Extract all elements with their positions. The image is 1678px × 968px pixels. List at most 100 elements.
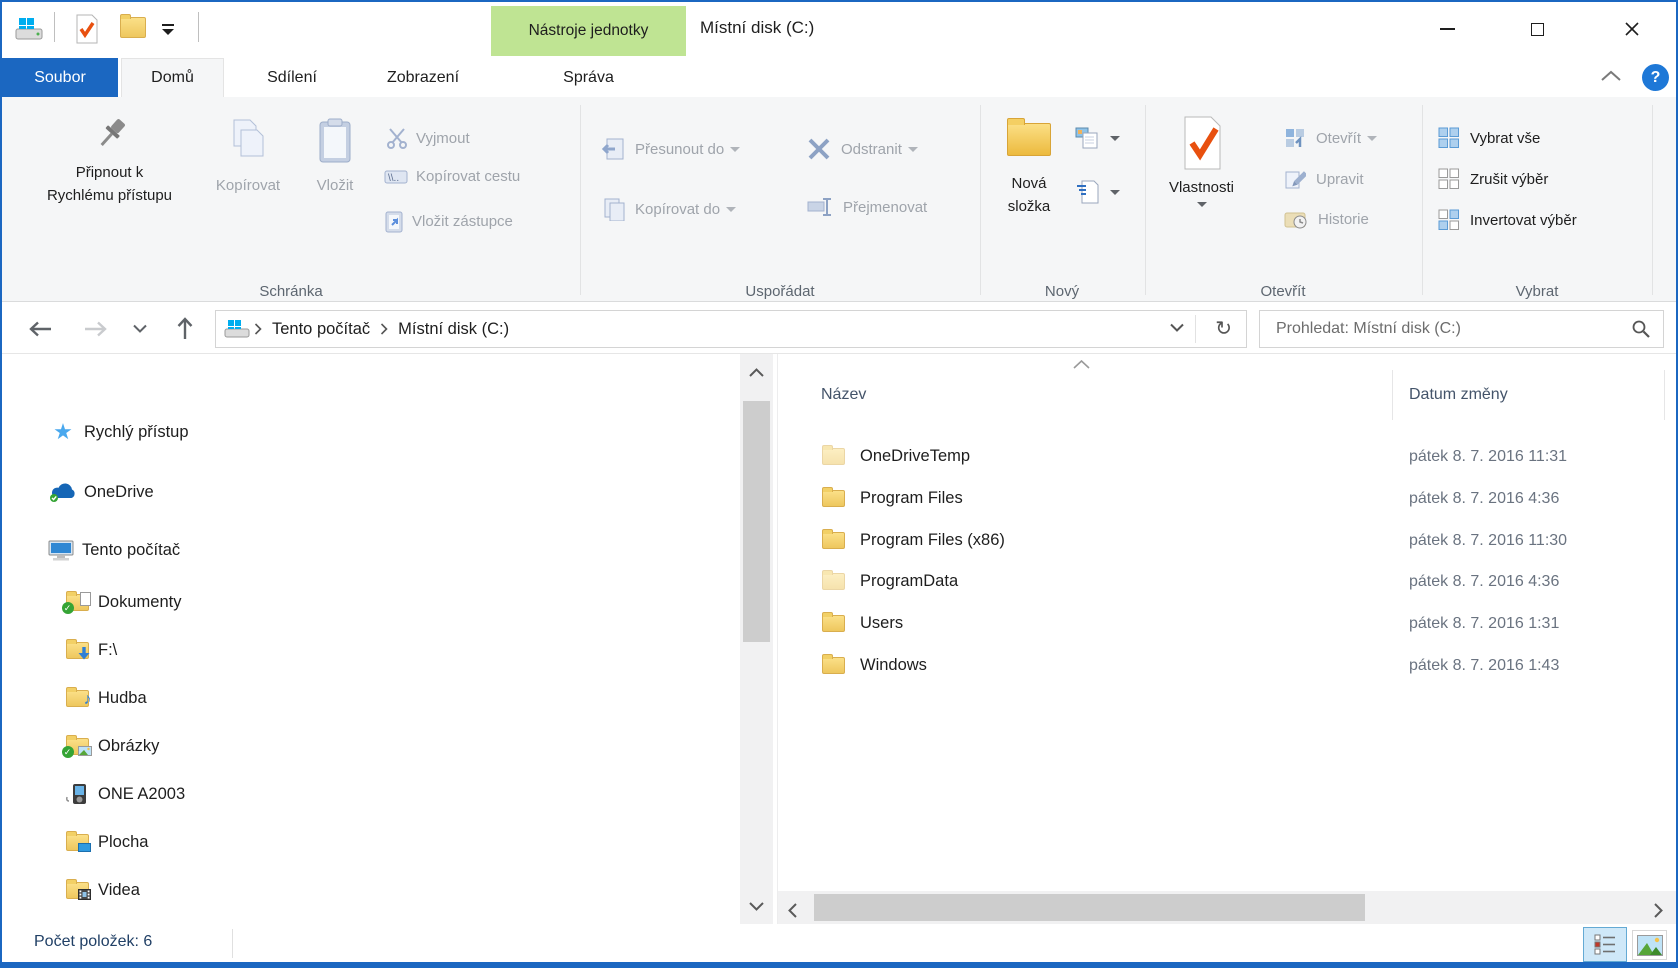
sidebar-item-videos[interactable]: Videa bbox=[62, 875, 140, 905]
file-row[interactable]: OneDriveTemp bbox=[802, 436, 1392, 477]
column-separator[interactable] bbox=[1392, 370, 1393, 420]
file-date: pátek 8. 7. 2016 11:31 bbox=[1409, 447, 1568, 465]
pin-label-line2: Rychlému přístupu bbox=[46, 187, 173, 204]
new-folder-quick-icon[interactable] bbox=[120, 14, 146, 38]
select-none-button[interactable]: Zrušit výběr bbox=[1438, 168, 1548, 190]
edit-button[interactable]: Upravit bbox=[1284, 168, 1364, 190]
scroll-down-icon[interactable] bbox=[749, 902, 764, 911]
edit-label: Upravit bbox=[1316, 170, 1364, 188]
tab-share[interactable]: Sdílení bbox=[237, 58, 347, 97]
copy-path-button[interactable]: \\.. Kopírovat cestu bbox=[384, 168, 520, 185]
tab-file[interactable]: Soubor bbox=[2, 58, 118, 97]
properties-button[interactable]: Vlastnosti bbox=[1154, 115, 1249, 207]
delete-button[interactable]: Odstranit bbox=[807, 137, 918, 161]
file-name: Windows bbox=[860, 656, 927, 674]
scroll-left-icon[interactable] bbox=[788, 903, 797, 918]
close-button[interactable] bbox=[1609, 12, 1655, 46]
paste-button[interactable]: Vložit bbox=[300, 117, 370, 194]
tab-view[interactable]: Zobrazení bbox=[357, 58, 489, 97]
paste-label: Vložit bbox=[316, 177, 354, 194]
open-label: Otevřít bbox=[1316, 129, 1362, 147]
sidebar-item-this-pc[interactable]: Tento počítač bbox=[46, 535, 180, 565]
open-button[interactable]: Otevřít bbox=[1284, 127, 1378, 149]
breadcrumb-chevron-icon[interactable] bbox=[376, 323, 392, 335]
search-icon[interactable] bbox=[1631, 319, 1651, 339]
collapse-ribbon-icon[interactable] bbox=[1600, 70, 1622, 82]
invert-selection-button[interactable]: Invertovat výběr bbox=[1438, 209, 1577, 231]
delete-label: Odstranit bbox=[841, 140, 902, 158]
group-label-select: Vybrat bbox=[1515, 283, 1559, 300]
scroll-right-icon[interactable] bbox=[1654, 903, 1663, 918]
sort-ascending-icon bbox=[1073, 360, 1090, 369]
recent-locations-chevron-icon[interactable] bbox=[128, 303, 152, 354]
sidebar-item-pictures[interactable]: ✓ Obrázky bbox=[61, 731, 159, 761]
new-folder-button[interactable]: Nová složka bbox=[994, 118, 1064, 218]
tab-manage[interactable]: Správa bbox=[491, 58, 686, 97]
select-all-button[interactable]: Vybrat vše bbox=[1438, 127, 1540, 149]
tree-scrollbar[interactable] bbox=[740, 354, 773, 924]
file-row[interactable]: Users bbox=[802, 603, 1392, 644]
column-separator[interactable] bbox=[1664, 370, 1665, 420]
folder-icon bbox=[822, 445, 845, 465]
column-header-date-modified[interactable]: Datum změny bbox=[1409, 386, 1508, 404]
copy-button[interactable]: Kopírovat bbox=[202, 117, 294, 194]
minimize-button[interactable] bbox=[1424, 12, 1470, 46]
address-bar[interactable]: Tento počítač Místní disk (C:) ↻ bbox=[215, 310, 1247, 348]
folder-icon bbox=[822, 654, 845, 674]
sidebar-item-f-drive[interactable]: F:\ bbox=[62, 635, 117, 665]
drive-icon bbox=[14, 16, 44, 42]
new-item-button[interactable] bbox=[1074, 125, 1120, 151]
delete-icon bbox=[807, 137, 831, 161]
breadcrumb-chevron-icon[interactable] bbox=[250, 323, 266, 335]
large-icons-view-button[interactable] bbox=[1632, 930, 1667, 960]
tab-home[interactable]: Domů bbox=[121, 58, 224, 97]
easy-access-button[interactable] bbox=[1074, 179, 1120, 205]
copy-to-button[interactable]: Kopírovat do bbox=[601, 197, 737, 221]
details-view-button[interactable] bbox=[1583, 927, 1627, 962]
history-label: Historie bbox=[1318, 210, 1369, 228]
sidebar-item-desktop[interactable]: Plocha bbox=[62, 827, 148, 857]
tree-scrollbar-thumb[interactable] bbox=[743, 401, 770, 642]
sidebar-item-quick-access[interactable]: ★ Rychlý přístup bbox=[48, 417, 188, 447]
file-row[interactable]: Program Files bbox=[802, 478, 1392, 519]
breadcrumb-current-folder[interactable]: Místní disk (C:) bbox=[392, 320, 515, 339]
scroll-up-icon[interactable] bbox=[749, 368, 764, 377]
group-divider bbox=[580, 105, 581, 295]
file-row[interactable]: ProgramData bbox=[802, 561, 1392, 602]
rename-button[interactable]: Přejmenovat bbox=[807, 197, 927, 217]
breadcrumb-this-pc[interactable]: Tento počítač bbox=[266, 320, 376, 339]
file-name: ProgramData bbox=[860, 572, 959, 590]
up-icon[interactable] bbox=[170, 303, 200, 354]
sidebar-item-music[interactable]: ♪ Hudba bbox=[62, 683, 147, 713]
search-input[interactable] bbox=[1260, 311, 1630, 347]
horizontal-scrollbar-thumb[interactable] bbox=[814, 894, 1365, 921]
move-to-dropdown-icon bbox=[730, 146, 741, 152]
this-pc-monitor-icon bbox=[46, 539, 76, 562]
copy-path-icon: \\.. bbox=[384, 169, 408, 185]
file-row[interactable]: Program Files (x86) bbox=[802, 520, 1392, 561]
forward-icon[interactable] bbox=[80, 303, 110, 354]
column-header-name[interactable]: Název bbox=[821, 386, 866, 404]
group-label-open: Otevřít bbox=[1260, 283, 1306, 300]
maximize-button[interactable] bbox=[1514, 12, 1560, 46]
back-icon[interactable] bbox=[26, 303, 56, 354]
file-row[interactable]: Windows bbox=[802, 645, 1392, 686]
horizontal-scrollbar[interactable] bbox=[778, 891, 1676, 924]
sidebar-item-one-a2003[interactable]: ONE A2003 bbox=[62, 779, 185, 809]
file-name: OneDriveTemp bbox=[860, 447, 971, 465]
move-to-button[interactable]: Přesunout do bbox=[601, 137, 741, 161]
paste-shortcut-button[interactable]: Vložit zástupce bbox=[384, 209, 513, 233]
properties-quick-icon[interactable] bbox=[74, 14, 100, 44]
pin-to-quick-access-button[interactable]: Připnout k Rychlému přístupu bbox=[22, 115, 197, 207]
address-dropdown-chevron-icon[interactable] bbox=[1170, 323, 1184, 332]
breadcrumb-drive-icon bbox=[224, 319, 250, 339]
sidebar-item-documents[interactable]: ✓ Dokumenty bbox=[61, 587, 181, 617]
sidebar-item-onedrive[interactable]: OneDrive bbox=[48, 477, 154, 507]
quick-access-star-icon: ★ bbox=[53, 419, 73, 444]
group-label-clipboard: Schránka bbox=[259, 283, 323, 300]
cut-button[interactable]: Vyjmout bbox=[386, 127, 470, 149]
history-button[interactable]: Historie bbox=[1284, 209, 1369, 229]
refresh-icon[interactable]: ↻ bbox=[1215, 316, 1232, 341]
help-icon[interactable]: ? bbox=[1642, 64, 1669, 91]
customize-toolbar-icon[interactable] bbox=[160, 24, 176, 36]
